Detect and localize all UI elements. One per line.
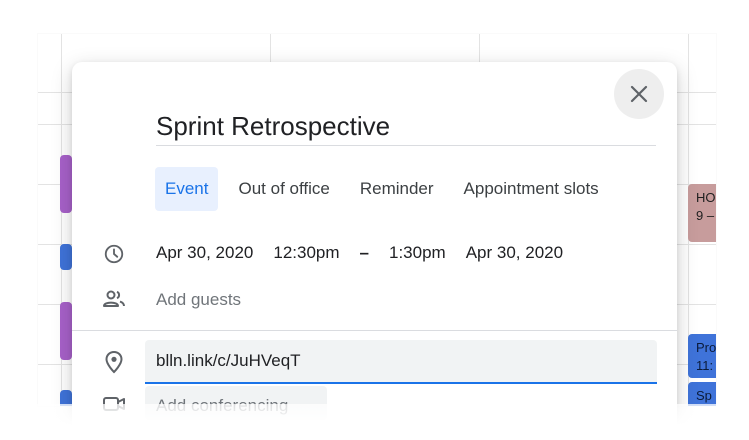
guests-row: Add guests <box>72 284 677 316</box>
tab-event[interactable]: Event <box>155 167 219 211</box>
tab-reminder[interactable]: Reminder <box>350 167 444 211</box>
calendar-event-chip[interactable]: Pro 11: <box>688 334 716 378</box>
calendar-event-chip[interactable] <box>60 244 72 270</box>
event-time: 9 – <box>696 208 715 223</box>
start-time[interactable]: 12:30pm <box>273 243 339 263</box>
tab-appointment-slots[interactable]: Appointment slots <box>454 167 609 211</box>
event-title: Pro <box>696 340 716 355</box>
location-pin-icon <box>102 350 126 374</box>
divider <box>72 330 677 331</box>
add-guests-input[interactable]: Add guests <box>156 290 241 310</box>
close-icon <box>630 85 648 103</box>
datetime-row: Apr 30, 2020 12:30pm – 1:30pm Apr 30, 20… <box>72 238 677 270</box>
tab-out-of-office[interactable]: Out of office <box>228 167 339 211</box>
calendar-event-chip[interactable] <box>60 155 72 213</box>
end-date[interactable]: Apr 30, 2020 <box>466 243 563 263</box>
calendar-event-chip[interactable]: Sp <box>688 382 716 406</box>
datetime-text: Apr 30, 2020 12:30pm – 1:30pm Apr 30, 20… <box>156 243 583 263</box>
event-title-text: Sprint Retrospective <box>156 111 391 141</box>
calendar-event-chip[interactable] <box>60 302 72 360</box>
event-time: 11: <box>696 358 714 373</box>
location-row <box>72 340 677 386</box>
end-time[interactable]: 1:30pm <box>389 243 446 263</box>
event-title: Sp <box>696 388 712 403</box>
bottom-fade <box>0 404 749 440</box>
location-input[interactable] <box>145 340 657 384</box>
event-dialog: Sprint Retrospective Event Out of office… <box>72 62 677 440</box>
time-separator: – <box>359 243 369 262</box>
event-type-tabs: Event Out of office Reminder Appointment… <box>155 167 619 211</box>
calendar-event-chip[interactable]: HO 9 – <box>688 184 716 242</box>
event-title: HO <box>696 190 716 205</box>
start-date[interactable]: Apr 30, 2020 <box>156 243 253 263</box>
title-field[interactable]: Sprint Retrospective <box>156 106 656 146</box>
people-icon <box>102 287 126 311</box>
clock-icon <box>102 242 126 266</box>
